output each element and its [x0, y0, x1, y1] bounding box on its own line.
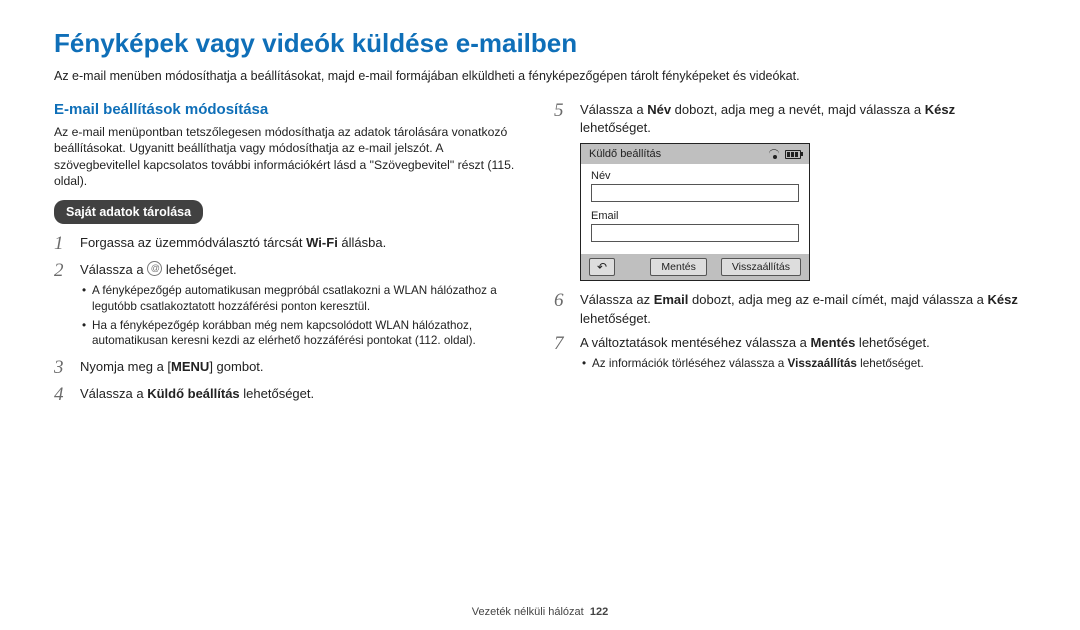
- email-field[interactable]: [591, 224, 799, 242]
- step-body: Válassza a lehetőséget. A fényképezőgép …: [80, 261, 526, 352]
- step-text: Válassza a: [80, 386, 147, 401]
- status-icons: [769, 149, 801, 159]
- step-2: 2 Válassza a lehetőséget. A fényképezőgé…: [54, 261, 526, 352]
- section-subhead: E-mail beállítások módosítása: [54, 101, 526, 118]
- step-7: 7 A változtatások mentéséhez válassza a …: [554, 334, 1026, 375]
- battery-icon: [785, 150, 801, 159]
- device-footer: ↶ Mentés Visszaállítás: [581, 254, 809, 280]
- pill-heading: Saját adatok tárolása: [54, 200, 203, 224]
- note-text: lehetőséget.: [857, 357, 924, 370]
- step-7-notes: Az információk törléséhez válassza a Vis…: [580, 356, 930, 372]
- steps-left: 1 Forgassa az üzemmódválasztó tárcsát Wi…: [54, 234, 526, 406]
- step-text: lehetőséget.: [580, 311, 651, 326]
- step-text: lehetőséget.: [580, 120, 651, 135]
- step-text: Forgassa az üzemmódválasztó tárcsát: [80, 235, 306, 250]
- step-number: 4: [54, 385, 80, 406]
- step-text: lehetőséget.: [855, 335, 929, 350]
- name-label: Név: [591, 170, 799, 182]
- step-text: dobozt, adja meg az e-mail címét, majd v…: [688, 292, 987, 307]
- step-body: Válassza a Küldő beállítás lehetőséget.: [80, 385, 314, 403]
- step-text: lehetőséget.: [166, 262, 237, 277]
- step-number: 5: [554, 101, 580, 122]
- note-item: A fényképezőgép automatikusan megpróbál …: [80, 283, 526, 315]
- menu-key-label: MENU: [171, 359, 209, 374]
- wifi-label: Wi-Fi: [306, 235, 338, 250]
- device-body: Név Email: [581, 164, 809, 254]
- right-column: 5 Válassza a Név dobozt, adja meg a nevé…: [554, 101, 1026, 412]
- content-columns: E-mail beállítások módosítása Az e-mail …: [54, 101, 1026, 412]
- bold-term: Mentés: [811, 335, 856, 350]
- steps-right: 5 Válassza a Név dobozt, adja meg a nevé…: [554, 101, 1026, 375]
- back-button[interactable]: ↶: [589, 258, 615, 276]
- step-5: 5 Válassza a Név dobozt, adja meg a nevé…: [554, 101, 1026, 137]
- step-text: dobozt, adja meg a nevét, majd válassza …: [671, 102, 925, 117]
- page-number: 122: [590, 606, 608, 618]
- step-body: Nyomja meg a [MENU] gombot.: [80, 358, 264, 376]
- step-text: Válassza az: [580, 292, 654, 307]
- step-text: Válassza a: [80, 262, 147, 277]
- bold-term: Kész: [988, 292, 1018, 307]
- step-text: ] gombot.: [209, 359, 263, 374]
- intro-text: Az e-mail menüben módosíthatja a beállít…: [54, 69, 1026, 83]
- email-label: Email: [591, 210, 799, 222]
- left-column: E-mail beállítások módosítása Az e-mail …: [54, 101, 526, 412]
- note-item: Az információk törléséhez válassza a Vis…: [580, 356, 930, 372]
- bold-term: Név: [647, 102, 671, 117]
- step-body: A változtatások mentéséhez válassza a Me…: [580, 334, 930, 375]
- step-number: 6: [554, 291, 580, 312]
- step-2-notes: A fényképezőgép automatikusan megpróbál …: [80, 283, 526, 349]
- save-button[interactable]: Mentés: [650, 258, 706, 276]
- step-text: Nyomja meg a [: [80, 359, 171, 374]
- step-number: 2: [54, 261, 80, 282]
- reset-button[interactable]: Visszaállítás: [721, 258, 801, 276]
- step-4: 4 Válassza a Küldő beállítás lehetőséget…: [54, 385, 526, 406]
- section-paragraph: Az e-mail menüpontban tetszőlegesen módo…: [54, 124, 526, 190]
- step-body: Válassza a Név dobozt, adja meg a nevét,…: [580, 101, 1026, 137]
- bold-term: Küldő beállítás: [147, 386, 239, 401]
- name-field[interactable]: [591, 184, 799, 202]
- note-item: Ha a fényképezőgép korábban még nem kapc…: [80, 318, 526, 350]
- bold-term: Visszaállítás: [788, 357, 857, 370]
- step-number: 7: [554, 334, 580, 355]
- step-text: Válassza a: [580, 102, 647, 117]
- step-number: 1: [54, 234, 80, 255]
- bold-term: Kész: [925, 102, 955, 117]
- step-text: lehetőséget.: [240, 386, 314, 401]
- device-screenshot: Küldő beállítás Név Email ↶: [580, 143, 810, 281]
- device-header: Küldő beállítás: [581, 144, 809, 164]
- back-arrow-icon: ↶: [597, 260, 607, 274]
- wifi-icon: [769, 149, 781, 159]
- step-text: A változtatások mentéséhez válassza a: [580, 335, 811, 350]
- step-3: 3 Nyomja meg a [MENU] gombot.: [54, 358, 526, 379]
- email-icon: [147, 261, 162, 276]
- note-text: Az információk törléséhez válassza a: [592, 357, 788, 370]
- step-text: állásba.: [338, 235, 386, 250]
- page-footer: Vezeték nélküli hálózat 122: [0, 606, 1080, 618]
- step-body: Válassza az Email dobozt, adja meg az e-…: [580, 291, 1026, 327]
- bold-term: Email: [654, 292, 689, 307]
- step-body: Forgassa az üzemmódválasztó tárcsát Wi-F…: [80, 234, 386, 252]
- footer-section: Vezeték nélküli hálózat: [472, 606, 584, 618]
- step-1: 1 Forgassa az üzemmódválasztó tárcsát Wi…: [54, 234, 526, 255]
- device-title: Küldő beállítás: [589, 148, 661, 160]
- step-6: 6 Válassza az Email dobozt, adja meg az …: [554, 291, 1026, 327]
- page-title: Fényképek vagy videók küldése e-mailben: [54, 28, 1026, 59]
- step-number: 3: [54, 358, 80, 379]
